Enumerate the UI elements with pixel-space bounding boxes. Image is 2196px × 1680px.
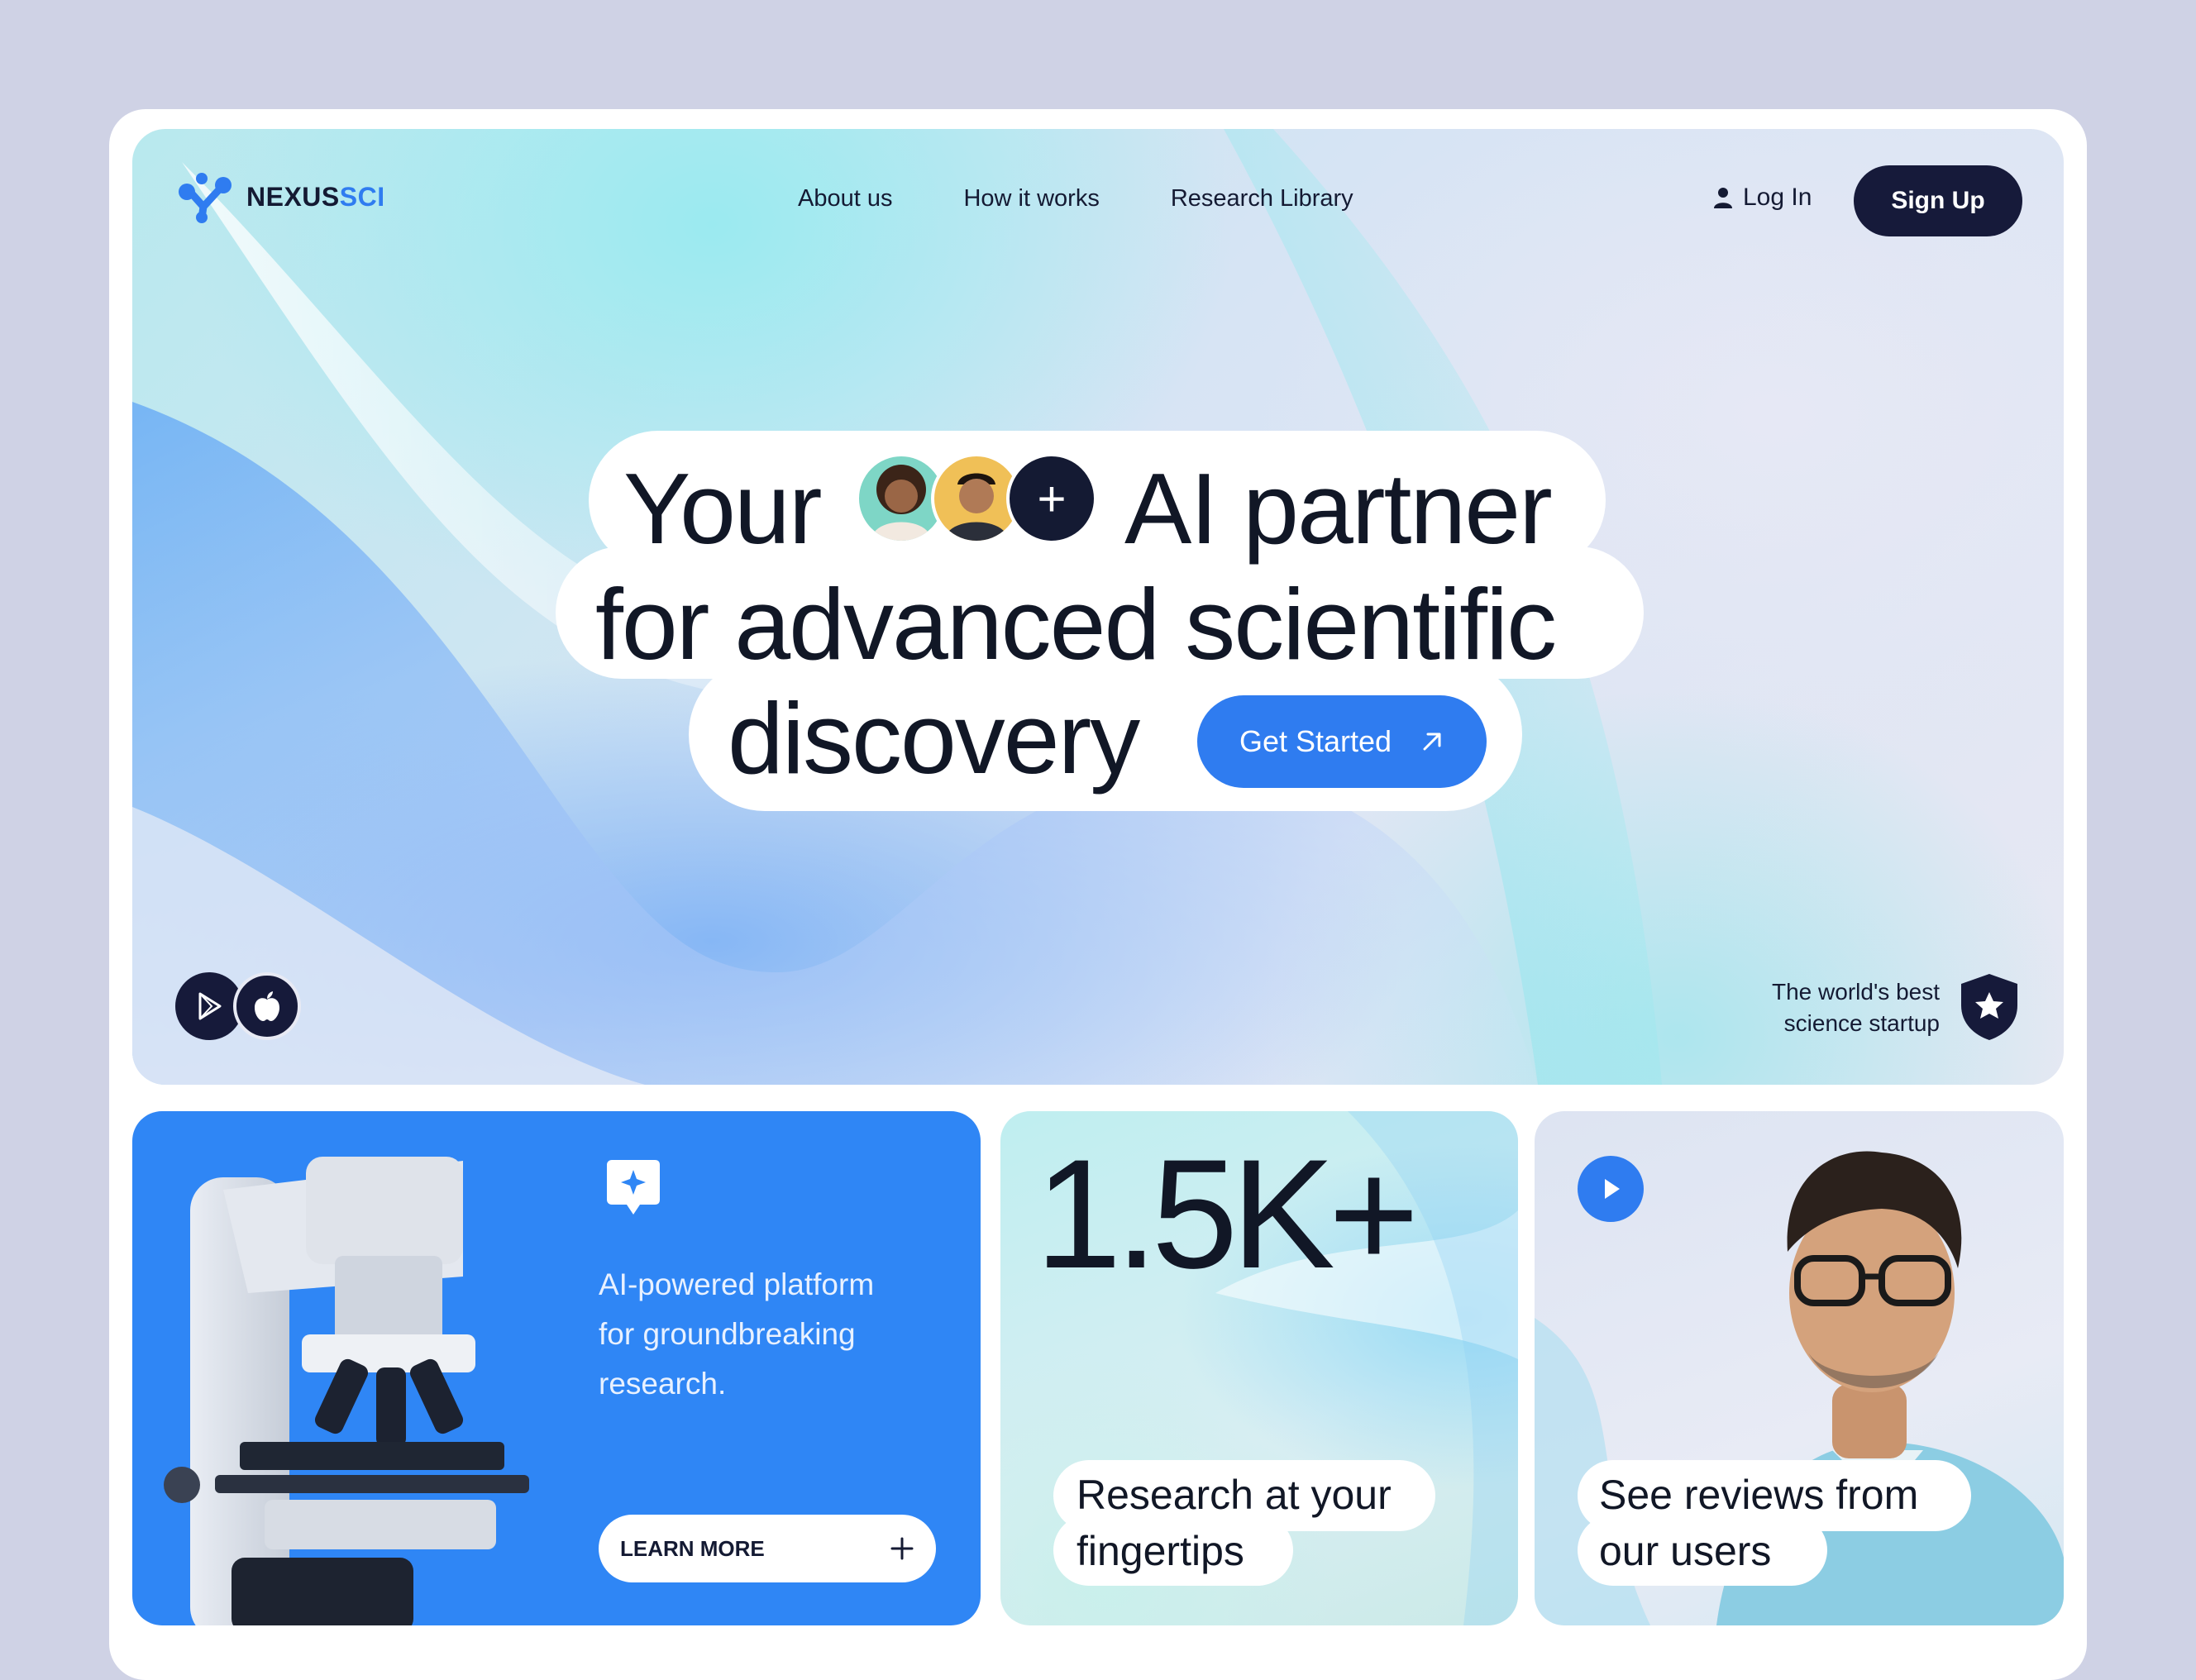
platform-card: AI-powered platform for groundbreaking r… <box>132 1111 981 1625</box>
award-line1: The world's best <box>1772 979 1940 1005</box>
signup-button[interactable]: Sign Up <box>1854 165 2022 236</box>
get-started-button[interactable]: Get Started <box>1197 695 1487 788</box>
brand-name: NEXUSSCI <box>246 182 385 212</box>
stats-caption: Research at your fingertips <box>1077 1467 1392 1579</box>
nav-links: About us How it works Research Library <box>798 185 1353 212</box>
add-avatar-icon[interactable]: + <box>1006 453 1097 544</box>
stats-card: 1.5K+ Research at your fingertips <box>1000 1111 1518 1625</box>
ai-chat-icon <box>602 1157 665 1224</box>
login-link[interactable]: Log In <box>1713 184 1812 212</box>
top-nav: NEXUSSCI About us How it works Research … <box>132 129 2064 270</box>
platform-text-line2: for groundbreaking <box>599 1317 856 1351</box>
platform-description: AI-powered platform for groundbreaking r… <box>599 1260 946 1409</box>
hero-section: NEXUSSCI About us How it works Research … <box>132 129 2064 1085</box>
shield-star-icon <box>1961 974 2017 1040</box>
nav-link-how-it-works[interactable]: How it works <box>963 185 1099 212</box>
user-icon <box>1714 188 1732 208</box>
stats-caption-line2: fingertips <box>1077 1528 1244 1574</box>
play-video-button[interactable] <box>1578 1156 1644 1222</box>
play-icon <box>1605 1179 1620 1199</box>
reviews-caption-line1: See reviews from <box>1599 1472 1919 1518</box>
microscope-image <box>164 1157 529 1625</box>
reviews-card: See reviews from our users <box>1535 1111 2064 1625</box>
reviews-caption[interactable]: See reviews from our users <box>1599 1467 1918 1579</box>
brand-name-accent: SCI <box>339 181 385 212</box>
apple-icon <box>255 991 279 1021</box>
sparkle-chat-icon <box>607 1160 660 1215</box>
app-store-button[interactable] <box>233 972 301 1040</box>
nav-link-about[interactable]: About us <box>798 185 892 212</box>
google-play-icon <box>198 992 222 1020</box>
headline-line3: discovery <box>728 682 1140 795</box>
learn-more-button[interactable]: LEARN MORE <box>599 1515 936 1582</box>
headline-line1-start: Your <box>623 452 823 565</box>
stat-value: 1.5K+ <box>1035 1127 1420 1301</box>
headline-line2: for advanced scientific <box>595 568 1557 680</box>
learn-more-label: LEARN MORE <box>620 1535 765 1561</box>
stats-caption-line1: Research at your <box>1077 1472 1392 1518</box>
plus-icon <box>890 1537 914 1560</box>
nav-link-research-library[interactable]: Research Library <box>1171 185 1353 212</box>
brand-name-primary: NEXUS <box>246 181 340 212</box>
arrow-up-right-icon <box>1423 733 1441 751</box>
platform-text-line3: research. <box>599 1367 727 1401</box>
get-started-label: Get Started <box>1239 724 1392 758</box>
molecule-icon <box>179 173 232 223</box>
platform-text-line1: AI-powered platform <box>599 1267 875 1301</box>
award-text: The world's best science startup <box>1772 976 1940 1039</box>
brand-logo[interactable]: NEXUSSCI <box>174 170 385 223</box>
award-line2: science startup <box>1783 1010 1940 1036</box>
login-label: Log In <box>1743 184 1812 211</box>
headline-line1-end: AI partner <box>1124 452 1553 565</box>
reviews-caption-line2: our users <box>1599 1528 1772 1574</box>
